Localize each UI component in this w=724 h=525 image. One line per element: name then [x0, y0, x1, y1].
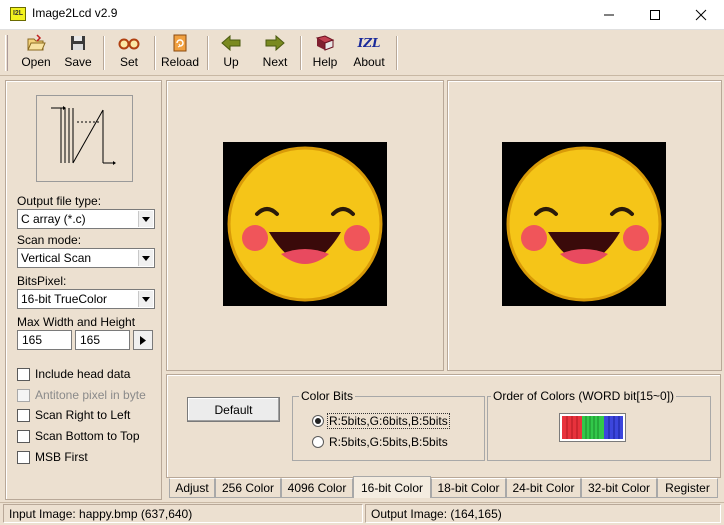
max-size-label: Max Width and Height [17, 315, 136, 329]
reload-button[interactable]: Reload [160, 33, 200, 73]
reload-document-icon [169, 33, 191, 53]
set-button[interactable]: Set [112, 33, 146, 73]
save-button[interactable]: Save [60, 33, 96, 73]
maximize-button[interactable] [632, 0, 678, 30]
color-bits-555-label: R:5bits,G:5bits,B:5bits [329, 435, 448, 449]
bits-pixel-value: 16-bit TrueColor [21, 292, 108, 306]
tab-256-color[interactable]: 256 Color [215, 478, 281, 498]
color-order-title: Order of Colors (WORD bit[15~0]) [491, 389, 677, 403]
next-label: Next [262, 55, 288, 69]
default-button[interactable]: Default [187, 397, 280, 422]
vertical-scan-diagram-icon [51, 106, 116, 165]
antitone-pixel-label: Antitone pixel in byte [35, 388, 146, 402]
output-file-type-select[interactable]: C array (*.c) [17, 209, 155, 229]
chevron-down-icon[interactable] [138, 211, 153, 227]
save-label: Save [64, 55, 92, 69]
color-bits-555-radio[interactable] [312, 436, 324, 448]
tab-4096-color[interactable]: 4096 Color [281, 478, 353, 498]
rgb-bit-order-icon [562, 416, 623, 439]
up-button[interactable]: Up [216, 33, 246, 73]
izl-logo-icon: IZL [357, 33, 381, 53]
msb-first-checkbox[interactable] [17, 451, 30, 464]
include-head-data-label: Include head data [35, 367, 131, 381]
glasses-icon [118, 33, 140, 53]
maximize-icon [650, 10, 660, 20]
open-button[interactable]: Open [16, 33, 56, 73]
tab-register[interactable]: Register [657, 478, 718, 498]
color-bits-group [292, 396, 485, 461]
arrow-left-icon [220, 33, 242, 53]
minimize-button[interactable] [586, 0, 632, 30]
toolbar-grip [5, 35, 8, 71]
minimize-icon [604, 14, 614, 16]
tab-adjust[interactable]: Adjust [169, 478, 215, 498]
reload-label: Reload [160, 55, 200, 69]
help-label: Help [312, 55, 338, 69]
window-title: Image2Lcd v2.9 [32, 6, 118, 20]
output-image-panel [447, 80, 722, 371]
color-bits-title: Color Bits [299, 389, 356, 403]
next-button[interactable]: Next [258, 33, 292, 73]
help-button[interactable]: Help [309, 33, 341, 73]
color-bits-565-radio[interactable] [312, 415, 324, 427]
scan-right-to-left-label: Scan Right to Left [35, 408, 131, 422]
open-label: Open [21, 55, 51, 69]
arrow-right-icon [264, 33, 286, 53]
folder-open-icon [25, 33, 47, 53]
close-button[interactable] [678, 0, 724, 30]
scan-mode-label: Scan mode: [17, 233, 82, 247]
tab-16-bit-color[interactable]: 16-bit Color [353, 476, 431, 498]
scan-mode-select[interactable]: Vertical Scan [17, 248, 155, 268]
input-image-panel [166, 80, 444, 371]
scan-bottom-to-top-checkbox[interactable] [17, 430, 30, 443]
output-file-type-label: Output file type: [17, 194, 102, 208]
about-label: About [353, 55, 385, 69]
input-image-status: Input Image: happy.bmp (637,640) [3, 504, 363, 523]
tab-32-bit-color[interactable]: 32-bit Color [581, 478, 657, 498]
triangle-right-icon [140, 335, 146, 345]
toolbar-separator [300, 36, 302, 70]
toolbar-separator [103, 36, 105, 70]
output-file-type-value: C array (*.c) [21, 212, 86, 226]
app-icon: I2L [10, 7, 26, 21]
scan-right-to-left-checkbox[interactable] [17, 409, 30, 422]
set-label: Set [119, 55, 138, 69]
bits-pixel-label: BitsPixel: [17, 274, 67, 288]
izl-logo-text: IZL [357, 36, 381, 50]
max-width-input[interactable]: 165 [17, 330, 72, 350]
output-image-status: Output Image: (164,165) [365, 504, 721, 523]
antitone-pixel-checkbox[interactable] [17, 389, 30, 402]
max-height-input[interactable]: 165 [75, 330, 130, 350]
close-icon [695, 9, 707, 21]
color-order-bit-strip[interactable] [559, 413, 626, 442]
bits-pixel-select[interactable]: 16-bit TrueColor [17, 289, 155, 309]
msb-first-label: MSB First [35, 450, 88, 464]
up-label: Up [223, 55, 239, 69]
tab-18-bit-color[interactable]: 18-bit Color [431, 478, 506, 498]
input-image-preview [223, 142, 387, 306]
toolbar-separator [207, 36, 209, 70]
include-head-data-checkbox[interactable] [17, 368, 30, 381]
toolbar-separator [154, 36, 156, 70]
toolbar-separator [396, 36, 398, 70]
scan-bottom-to-top-label: Scan Bottom to Top [35, 429, 140, 443]
scan-mode-diagram [36, 95, 133, 182]
scan-mode-value: Vertical Scan [21, 251, 92, 265]
smiley-face-icon [506, 146, 662, 302]
chevron-down-icon[interactable] [138, 250, 153, 266]
output-image-preview [502, 142, 666, 306]
chevron-down-icon[interactable] [138, 291, 153, 307]
smiley-face-icon [227, 146, 383, 302]
about-button[interactable]: IZL About [349, 33, 389, 73]
color-bits-565-label: R:5bits,G:6bits,B:5bits [327, 413, 450, 429]
tab-24-bit-color[interactable]: 24-bit Color [506, 478, 581, 498]
floppy-disk-icon [67, 33, 89, 53]
help-book-icon [314, 33, 336, 53]
apply-size-button[interactable] [133, 330, 153, 350]
